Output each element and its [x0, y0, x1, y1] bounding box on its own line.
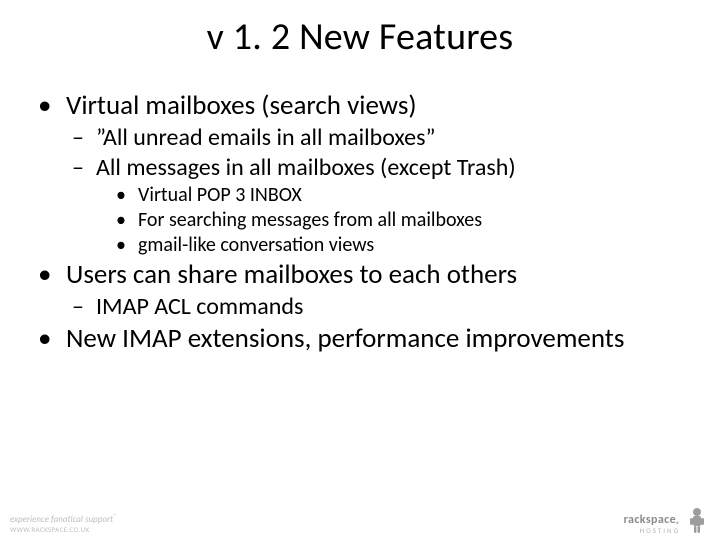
footer-right-logo: rackspace® HOSTING: [624, 506, 708, 534]
bullet-disc-icon: •: [114, 209, 138, 233]
bullet-l3: • Virtual POP 3 INBOX: [114, 184, 694, 208]
bullet-l2: – ”All unread emails in all mailboxes”: [72, 124, 694, 152]
footer-brand-sub: HOSTING: [624, 527, 680, 534]
footer-brand: rackspace: [624, 513, 676, 527]
bullet-l2: – IMAP ACL commands: [72, 293, 694, 321]
bullet-disc-icon: •: [34, 90, 66, 122]
bullet-text: New IMAP extensions, performance improve…: [66, 323, 694, 355]
bullet-text: Virtual mailboxes (search views): [66, 90, 694, 122]
bullet-l3: • For searching messages from all mailbo…: [114, 209, 694, 233]
footer-left-logo: experience fanatical support® WWW.RACKSP…: [10, 513, 116, 534]
bullet-disc-icon: •: [34, 323, 66, 355]
bullet-text: Virtual POP 3 INBOX: [138, 184, 694, 208]
bullet-l1: • Virtual mailboxes (search views): [34, 90, 694, 122]
bullet-l2: – All messages in all mailboxes (except …: [72, 154, 694, 182]
bullet-dash-icon: –: [72, 124, 96, 152]
slide-body: • Virtual mailboxes (search views) – ”Al…: [34, 88, 694, 357]
bullet-l1: • Users can share mailboxes to each othe…: [34, 259, 694, 291]
bullet-text: IMAP ACL commands: [96, 293, 694, 321]
bullet-dash-icon: –: [72, 154, 96, 182]
bullet-text: All messages in all mailboxes (except Tr…: [96, 154, 694, 182]
bullet-dash-icon: –: [72, 293, 96, 321]
bullet-text: Users can share mailboxes to each others: [66, 259, 694, 291]
bullet-text: For searching messages from all mailboxe…: [138, 209, 694, 233]
bullet-text: ”All unread emails in all mailboxes”: [96, 124, 694, 152]
bullet-disc-icon: •: [34, 259, 66, 291]
bullet-disc-icon: •: [114, 184, 138, 208]
bullet-disc-icon: •: [114, 234, 138, 258]
slide-title: v 1. 2 New Features: [0, 14, 720, 60]
footer-left-sub: WWW.RACKSPACE.CO.UK: [10, 525, 90, 534]
bullet-text: gmail-like conversation views: [138, 234, 694, 258]
bullet-l3: • gmail-like conversation views: [114, 234, 694, 258]
bullet-l1: • New IMAP extensions, performance impro…: [34, 323, 694, 355]
rackspace-mascot-icon: [686, 506, 708, 534]
footer-left-main: experience fanatical support: [10, 514, 113, 525]
slide: v 1. 2 New Features • Virtual mailboxes …: [0, 0, 720, 540]
